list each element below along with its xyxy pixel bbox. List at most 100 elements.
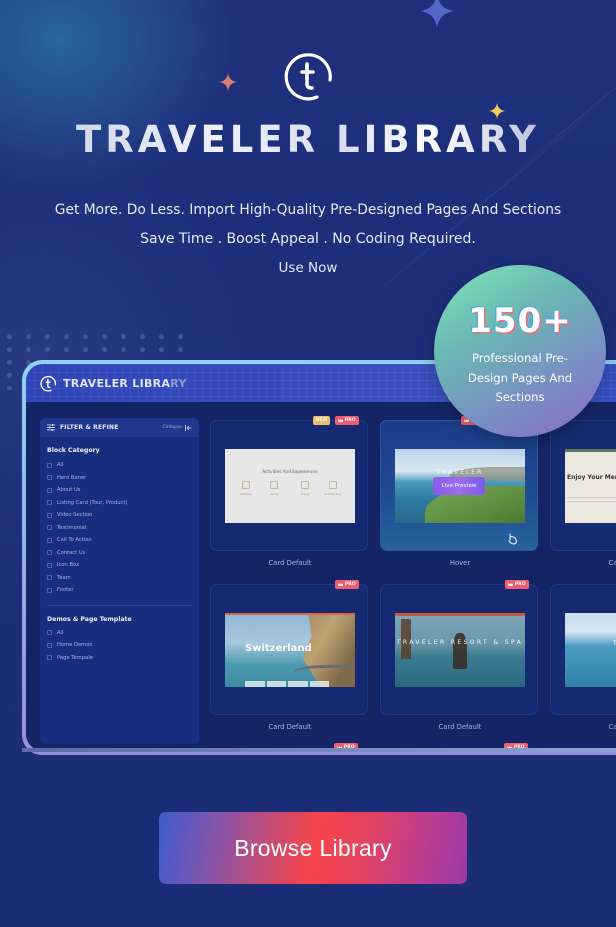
- hiking-icon: [270, 481, 278, 489]
- filter-option[interactable]: Footer: [40, 584, 199, 597]
- filter-option[interactable]: Team: [40, 572, 199, 585]
- sparkle-icon: [219, 73, 237, 91]
- thumb-title: Switzerland: [245, 643, 312, 654]
- stat-badge: 150+ Professional Pre-Design Pages And S…: [434, 265, 606, 437]
- crown-icon: [338, 583, 344, 586]
- filter-option-label: Page Tempale: [57, 654, 93, 661]
- filter-option[interactable]: Listing Card (Tour, Product): [40, 497, 199, 510]
- checkbox[interactable]: [47, 587, 52, 593]
- frame-bottom-edge: [22, 748, 616, 752]
- demos-title: Demos & Page Template: [47, 615, 132, 623]
- pro-label: PRO: [344, 582, 356, 587]
- thumb-title: Activities And Experiences: [262, 469, 318, 474]
- checkbox[interactable]: [47, 655, 52, 661]
- filter-option-label: Home Demos: [57, 642, 93, 649]
- filter-option-label: Hero Baner: [57, 474, 87, 481]
- crown-icon: [338, 419, 344, 422]
- card-thumbnail: TR GO: [565, 613, 616, 687]
- filter-option-label: Testimonial: [57, 524, 87, 531]
- template-card[interactable]: NEW PRO Activities And Experiences Climb…: [210, 416, 368, 567]
- filter-option-label: All: [57, 462, 64, 469]
- sparkle-icon: [489, 103, 505, 119]
- collapse-arrow-icon[interactable]: [185, 424, 192, 431]
- template-card[interactable]: PRO TRAVELER RESORT & SPA Card Default: [380, 580, 538, 731]
- filter-option-label: Footer: [57, 587, 74, 594]
- thumb-road: [293, 665, 355, 681]
- thumb-title: TRAVELER RESORT & SPA: [396, 639, 524, 646]
- thumb-title: Enjoy Your Memorable Stay: [567, 474, 616, 481]
- browse-library-label: Browse Library: [234, 834, 392, 861]
- thumb-nav: [565, 449, 616, 452]
- filter-option[interactable]: Video Section: [40, 509, 199, 522]
- block-category-title: Block Category: [47, 447, 100, 454]
- filter-option-label: Team: [57, 574, 71, 581]
- filter-option-label: Listing Card (Tour, Product): [57, 499, 128, 506]
- thumb-topbar: [225, 613, 355, 615]
- template-card[interactable]: TR GO Card Default: [550, 584, 616, 731]
- app-title-main: TRAVELER LIBRA: [63, 376, 171, 390]
- card-thumbnail: Enjoy Your Memorable Stay: [565, 449, 616, 523]
- thumb-title: TRAVELER: [436, 469, 484, 476]
- card-thumbnail: TRAVELER Live Preview: [395, 449, 525, 523]
- filter-option-label: Contact Us: [57, 549, 86, 556]
- card-thumbnail: Switzerland: [225, 613, 355, 687]
- divider: [47, 604, 192, 606]
- climbing-icon: [242, 481, 250, 489]
- thumb-item-label: Diving: [300, 493, 310, 496]
- pro-badge: PRO: [505, 580, 529, 589]
- card-label: Card Default: [268, 723, 312, 731]
- filter-header: FILTER & REFINE Collapse: [40, 418, 199, 437]
- demos-list: All Home Demos Page Tempale: [40, 627, 199, 665]
- filter-option[interactable]: Icon Box: [40, 559, 199, 572]
- template-card[interactable]: PRO Switzerland Card Default: [210, 580, 368, 731]
- filter-option-label: About Us: [57, 487, 81, 494]
- filter-option[interactable]: Home Demos: [40, 639, 199, 652]
- filter-option[interactable]: All: [40, 627, 199, 640]
- filter-option[interactable]: Call To Action: [40, 534, 199, 547]
- outdoor-stay-icon: [329, 481, 337, 489]
- checkbox[interactable]: [47, 475, 52, 481]
- collapse-button[interactable]: Collapse: [162, 425, 182, 430]
- checkbox[interactable]: [47, 500, 52, 506]
- checkbox[interactable]: [47, 487, 52, 493]
- filter-option[interactable]: About Us: [40, 484, 199, 497]
- template-card[interactable]: Enjoy Your Memorable Stay Card Default: [550, 420, 616, 567]
- thumb-tiles: [245, 681, 329, 687]
- card-label: Card Default: [268, 559, 312, 567]
- stat-text: Professional Pre-Design Pages And Sectio…: [467, 351, 573, 404]
- pro-badge: PRO: [335, 416, 359, 425]
- template-card-hover[interactable]: PRO TRAVELER Live Preview Hover: [380, 416, 538, 567]
- checkbox[interactable]: [47, 462, 52, 468]
- card-label: Card Default: [608, 723, 616, 731]
- filter-header-label: FILTER & REFINE: [60, 424, 119, 431]
- card-label: Card Default: [608, 559, 616, 567]
- sparkle-icon: [420, 0, 454, 28]
- checkbox[interactable]: [47, 642, 52, 648]
- hero-subtitle-line2: Save Time . Boost Appeal . No Coding Req…: [140, 231, 476, 247]
- new-badge: NEW: [313, 416, 330, 425]
- thumb-search-bar: [567, 497, 616, 502]
- crown-icon: [508, 583, 514, 586]
- pro-label: PRO: [344, 418, 356, 423]
- traveler-logo-icon: [284, 53, 332, 101]
- filter-option[interactable]: All: [40, 459, 199, 472]
- filter-sidebar: FILTER & REFINE Collapse Block Category …: [40, 418, 199, 744]
- checkbox[interactable]: [47, 575, 52, 581]
- filter-option[interactable]: Page Tempale: [40, 652, 199, 665]
- diving-icon: [301, 481, 309, 489]
- browse-library-button[interactable]: Browse Library: [159, 812, 467, 884]
- checkbox[interactable]: [47, 550, 52, 556]
- live-preview-button[interactable]: Live Preview: [433, 477, 485, 495]
- app-title: TRAVELER LIBRARY: [63, 377, 187, 390]
- checkbox[interactable]: [47, 525, 52, 531]
- checkbox[interactable]: [47, 512, 52, 518]
- checkbox[interactable]: [47, 562, 52, 568]
- checkbox[interactable]: [47, 630, 52, 636]
- block-category-list: All Hero Baner About Us Listing Card (Tour,…: [40, 459, 199, 597]
- filter-option[interactable]: Contact Us: [40, 547, 199, 560]
- checkbox[interactable]: [47, 537, 52, 543]
- card-thumbnail: Activities And Experiences Climbing Hiki…: [225, 449, 355, 523]
- thumb-item-label: Climbing: [240, 493, 252, 496]
- filter-option[interactable]: Testimonial: [40, 522, 199, 535]
- filter-option[interactable]: Hero Baner: [40, 472, 199, 485]
